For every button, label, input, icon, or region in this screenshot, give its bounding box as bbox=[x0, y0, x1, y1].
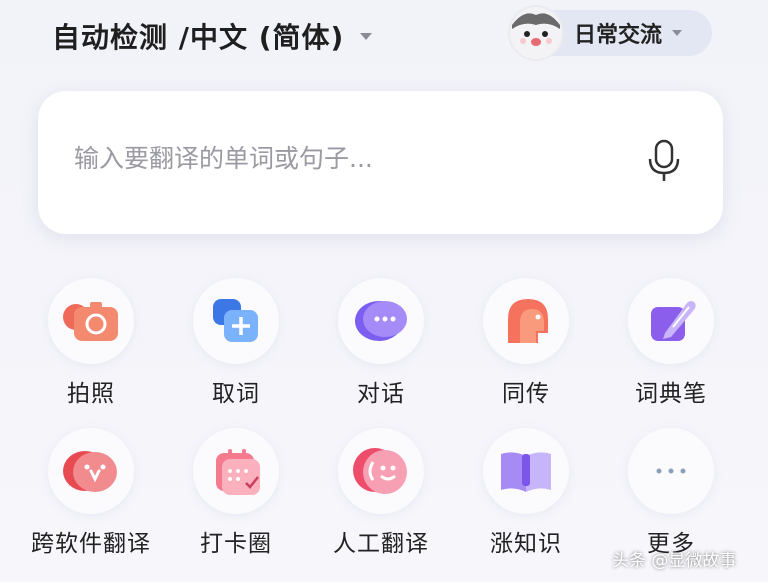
language-pair-label: 自动检测 /中文 (简体) bbox=[52, 21, 345, 54]
cross-app-translate-icon bbox=[63, 451, 117, 492]
more-dots-icon bbox=[656, 468, 686, 474]
camera-icon bbox=[63, 302, 118, 341]
human-translator-icon bbox=[353, 448, 407, 494]
mode-selector[interactable]: 日常交流 bbox=[508, 5, 712, 61]
tool-label: 对话 bbox=[357, 381, 405, 407]
translate-input[interactable] bbox=[72, 143, 636, 174]
tool-checkin[interactable]: 打卡圈 bbox=[166, 428, 306, 558]
tool-human-translation[interactable]: 人工翻译 bbox=[311, 428, 451, 558]
tool-label: 取词 bbox=[212, 381, 260, 407]
tool-cross-app-translate[interactable]: 跨软件翻译 bbox=[21, 428, 161, 558]
tool-camera[interactable]: 拍照 bbox=[21, 278, 161, 408]
watermark: 头条 @显微故事 bbox=[612, 551, 737, 571]
tool-label: 拍照 bbox=[67, 381, 115, 407]
calendar-checkin-icon bbox=[216, 449, 260, 495]
dictionary-pen-icon bbox=[651, 301, 696, 341]
translate-input-card[interactable] bbox=[38, 91, 723, 234]
chevron-down-icon bbox=[672, 30, 683, 36]
mode-label: 日常交流 bbox=[574, 23, 663, 48]
tool-more[interactable]: 更多 bbox=[601, 428, 741, 558]
tool-label: 同传 bbox=[502, 381, 550, 407]
tool-label: 人工翻译 bbox=[333, 531, 429, 557]
tool-label: 跨软件翻译 bbox=[31, 531, 151, 557]
open-book-icon bbox=[501, 452, 551, 492]
tool-label: 打卡圈 bbox=[200, 531, 272, 557]
simultaneous-interpretation-icon bbox=[508, 299, 548, 343]
word-pick-icon bbox=[213, 299, 258, 342]
tool-simultaneous[interactable]: 同传 bbox=[456, 278, 596, 408]
language-selector[interactable]: 自动检测 /中文 (简体) bbox=[52, 16, 373, 56]
tool-knowledge[interactable]: 涨知识 bbox=[456, 428, 596, 558]
avatar bbox=[508, 5, 564, 61]
chevron-down-icon bbox=[360, 32, 373, 40]
chat-bubbles-icon bbox=[355, 301, 407, 341]
microphone-icon[interactable] bbox=[644, 139, 684, 183]
tool-dialogue[interactable]: 对话 bbox=[311, 278, 451, 408]
tool-word-pick[interactable]: 取词 bbox=[166, 278, 306, 408]
tool-label: 词典笔 bbox=[635, 381, 707, 407]
tool-dictionary-pen[interactable]: 词典笔 bbox=[601, 278, 741, 408]
tool-label: 涨知识 bbox=[490, 531, 562, 557]
